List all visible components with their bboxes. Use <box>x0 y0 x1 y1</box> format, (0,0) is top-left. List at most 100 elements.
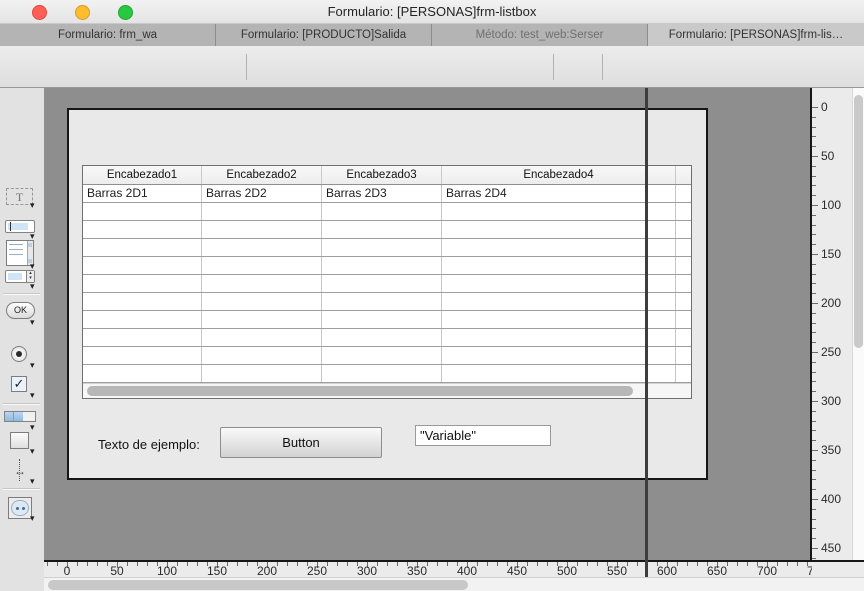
listbox-row[interactable] <box>83 275 691 293</box>
vertical-scrollbar[interactable] <box>852 88 864 560</box>
ruler-tick <box>812 225 816 226</box>
listbox-row[interactable] <box>83 329 691 347</box>
listbox-row[interactable] <box>83 257 691 275</box>
document-tab-4[interactable]: Formulario: [PERSONAS]frm-lis… <box>648 24 864 46</box>
rectangle-tool[interactable] <box>10 432 29 449</box>
listbox-cell <box>676 347 691 364</box>
listbox-header-cell[interactable]: Encabezado3 <box>322 166 442 184</box>
splitter-tool[interactable]: ↔ <box>8 459 32 481</box>
ruler-tick <box>137 562 138 566</box>
listbox-row[interactable] <box>83 239 691 257</box>
listbox-hscrollbar[interactable] <box>83 383 691 398</box>
ruler-tick <box>812 558 816 559</box>
example-text-label[interactable]: Texto de ejemplo: <box>98 437 200 452</box>
ruler-tick <box>347 562 348 566</box>
listbox-row[interactable] <box>83 203 691 221</box>
rectangle-tool-dropdown-arrow[interactable]: ▾ <box>30 446 35 457</box>
toolbar-separator <box>602 54 603 80</box>
listbox-header-cell[interactable]: Encabezado1 <box>83 166 202 184</box>
text-tool-dropdown-arrow[interactable]: ▾ <box>30 200 35 211</box>
listbox-cell <box>676 239 691 256</box>
ruler-tick <box>737 562 738 566</box>
ruler-tick <box>427 562 428 566</box>
stepper-tool-dropdown-arrow[interactable]: ▾ <box>30 281 35 292</box>
palette-divider <box>3 404 40 405</box>
ruler-tick <box>187 562 188 566</box>
palette-divider <box>3 489 40 490</box>
listbox-cell <box>442 293 676 310</box>
listbox-cell <box>83 275 202 292</box>
tab-control-tool-dropdown-arrow[interactable]: ▾ <box>30 422 35 433</box>
button-tool-dropdown-arrow[interactable]: ▾ <box>30 317 35 328</box>
text-tool[interactable]: T <box>6 188 33 205</box>
radio-tool[interactable] <box>11 346 27 362</box>
ruler-tick <box>812 195 816 196</box>
listbox-object[interactable]: Encabezado1Encabezado2Encabezado3Encabez… <box>82 165 692 399</box>
ruler-tick <box>787 562 788 566</box>
listbox-row[interactable] <box>83 221 691 239</box>
listbox-cell <box>442 239 676 256</box>
vertical-scrollbar-thumb[interactable] <box>854 95 863 348</box>
listbox-cell <box>322 347 442 364</box>
listbox-row[interactable]: Barras 2D1Barras 2D2Barras 2D3Barras 2D4 <box>83 185 691 203</box>
ruler-tick <box>747 562 748 566</box>
listbox-cell <box>676 329 691 346</box>
plugin-tool[interactable] <box>8 497 32 519</box>
ruler-tick <box>107 562 108 566</box>
ruler-tick <box>87 562 88 566</box>
horizontal-scrollbar[interactable] <box>44 577 864 591</box>
splitter-tool-glyph: ↔ <box>8 464 32 478</box>
ruler-tick <box>597 562 598 566</box>
ruler-label: 150 <box>821 247 841 261</box>
listbox-row[interactable] <box>83 293 691 311</box>
ruler-tick <box>812 215 816 216</box>
ruler-tick <box>147 562 148 566</box>
ruler-tick <box>812 489 816 490</box>
listbox-header-cell[interactable] <box>676 166 691 184</box>
button-object[interactable]: Button <box>220 427 382 458</box>
listbox-cell <box>676 257 691 274</box>
listbox-cell: Barras 2D4 <box>442 185 676 202</box>
form-editor-window: Formulario: [PERSONAS]frm-listbox Formul… <box>0 0 864 591</box>
listbox-hscrollbar-thumb[interactable] <box>87 386 633 396</box>
ruler-label: 200 <box>257 564 277 577</box>
tab-control-tool[interactable] <box>4 411 36 422</box>
listbox-cell <box>322 257 442 274</box>
ruler-corner <box>812 560 864 577</box>
document-tab-2[interactable]: Formulario: [PRODUCTO]Salida <box>216 24 432 46</box>
listbox-cell <box>442 275 676 292</box>
listbox-row[interactable] <box>83 347 691 365</box>
listbox-header-cell[interactable]: Encabezado2 <box>202 166 322 184</box>
ruler-tick <box>527 562 528 566</box>
listbox-cell <box>202 365 322 382</box>
ruler-tick <box>497 562 498 566</box>
ruler-label: 700 <box>757 564 777 577</box>
ruler-label: 250 <box>821 345 841 359</box>
vertical-ruler: 050100150200250300350400450 <box>810 88 852 560</box>
ruler-tick <box>812 479 816 480</box>
checkbox-tool-dropdown-arrow[interactable]: ▾ <box>30 390 35 401</box>
document-tab-3[interactable]: Método: test_web:Serser <box>432 24 648 46</box>
listbox-cell <box>202 239 322 256</box>
form-page[interactable]: Encabezado1Encabezado2Encabezado3Encabez… <box>67 108 708 480</box>
plugin-tool-dropdown-arrow[interactable]: ▾ <box>30 513 35 524</box>
listbox-cell <box>442 221 676 238</box>
listbox-row[interactable] <box>83 311 691 329</box>
ruler-tick <box>812 323 816 324</box>
ruler-tick <box>812 401 818 402</box>
form-canvas[interactable]: Encabezado1Encabezado2Encabezado3Encabez… <box>44 88 810 560</box>
listbox-header-cell[interactable]: Encabezado4 <box>442 166 676 184</box>
radio-tool-dropdown-arrow[interactable]: ▾ <box>30 360 35 371</box>
splitter-tool-dropdown-arrow[interactable]: ▾ <box>30 476 35 487</box>
listbox-cell: Barras 2D1 <box>83 185 202 202</box>
ruler-tick <box>637 562 638 566</box>
document-tab-1[interactable]: Formulario: frm_wa <box>0 24 216 46</box>
listbox-cell <box>442 257 676 274</box>
variable-field-object[interactable]: "Variable" <box>415 425 551 446</box>
listbox-row[interactable] <box>83 365 691 383</box>
ruler-tick <box>812 156 818 157</box>
checkbox-tool[interactable]: ✓ <box>11 376 27 392</box>
horizontal-scrollbar-thumb[interactable] <box>48 580 468 590</box>
listbox-cell <box>322 365 442 382</box>
guide-line[interactable] <box>645 88 648 577</box>
